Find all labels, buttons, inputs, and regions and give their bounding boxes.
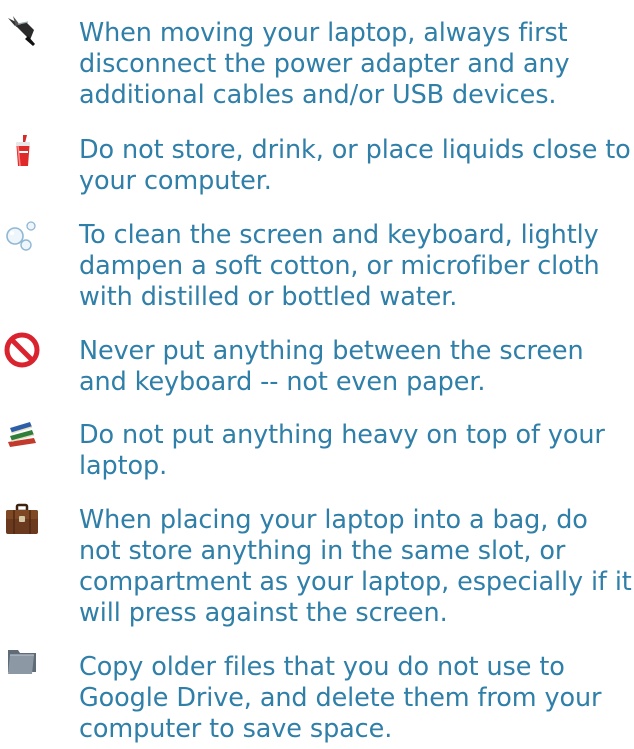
prohibited-icon <box>4 332 40 368</box>
tip-text: When placing your laptop into a bag, do … <box>79 505 632 628</box>
tip-text: When moving your laptop, always first di… <box>79 18 570 110</box>
tip-text: Do not store, drink, or place liquids cl… <box>79 135 631 196</box>
books-icon <box>4 416 40 452</box>
tip-text: Do not put anything heavy on top of your… <box>79 420 605 481</box>
tips-list: When moving your laptop, always first di… <box>0 0 634 749</box>
bubbles-icon <box>4 216 40 252</box>
tip-text: Never put anything between the screen an… <box>79 336 584 397</box>
drink-cup-icon <box>4 133 40 169</box>
tip-text: Copy older files that you do not use to … <box>79 652 602 744</box>
tip-text: To clean the screen and keyboard, lightl… <box>79 220 600 312</box>
power-plug-icon <box>4 14 40 50</box>
briefcase-icon <box>4 501 40 537</box>
folder-icon <box>4 644 40 680</box>
